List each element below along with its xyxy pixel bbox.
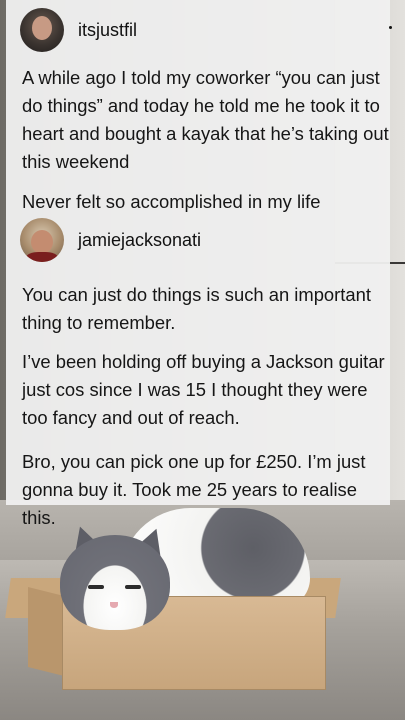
reply-author[interactable]: jamiejacksonati bbox=[20, 218, 201, 262]
more-options-icon[interactable] bbox=[389, 26, 392, 29]
reply-paragraph-2: I’ve been holding off buying a Jackson g… bbox=[22, 351, 385, 428]
user-avatar-icon[interactable] bbox=[20, 218, 64, 262]
reply-paragraph-3: Bro, you can pick one up for £250. I’m j… bbox=[22, 451, 366, 528]
post-card: itsjustfil A while ago I told my coworke… bbox=[6, 0, 392, 528]
cat-eye bbox=[88, 585, 104, 589]
cat-nose bbox=[110, 602, 118, 608]
reply-paragraph-1: You can just do things is such an import… bbox=[22, 284, 371, 333]
cat-eye bbox=[125, 585, 141, 589]
post-username[interactable]: itsjustfil bbox=[78, 20, 137, 41]
post-paragraph-2: Never felt so accomplished in my life bbox=[22, 191, 321, 212]
user-avatar-icon[interactable] bbox=[20, 8, 64, 52]
post-paragraph-1: A while ago I told my coworker “you can … bbox=[22, 67, 389, 172]
reply-username[interactable]: jamiejacksonati bbox=[78, 230, 201, 251]
cat-head bbox=[60, 535, 170, 630]
post-author[interactable]: itsjustfil bbox=[20, 8, 137, 52]
